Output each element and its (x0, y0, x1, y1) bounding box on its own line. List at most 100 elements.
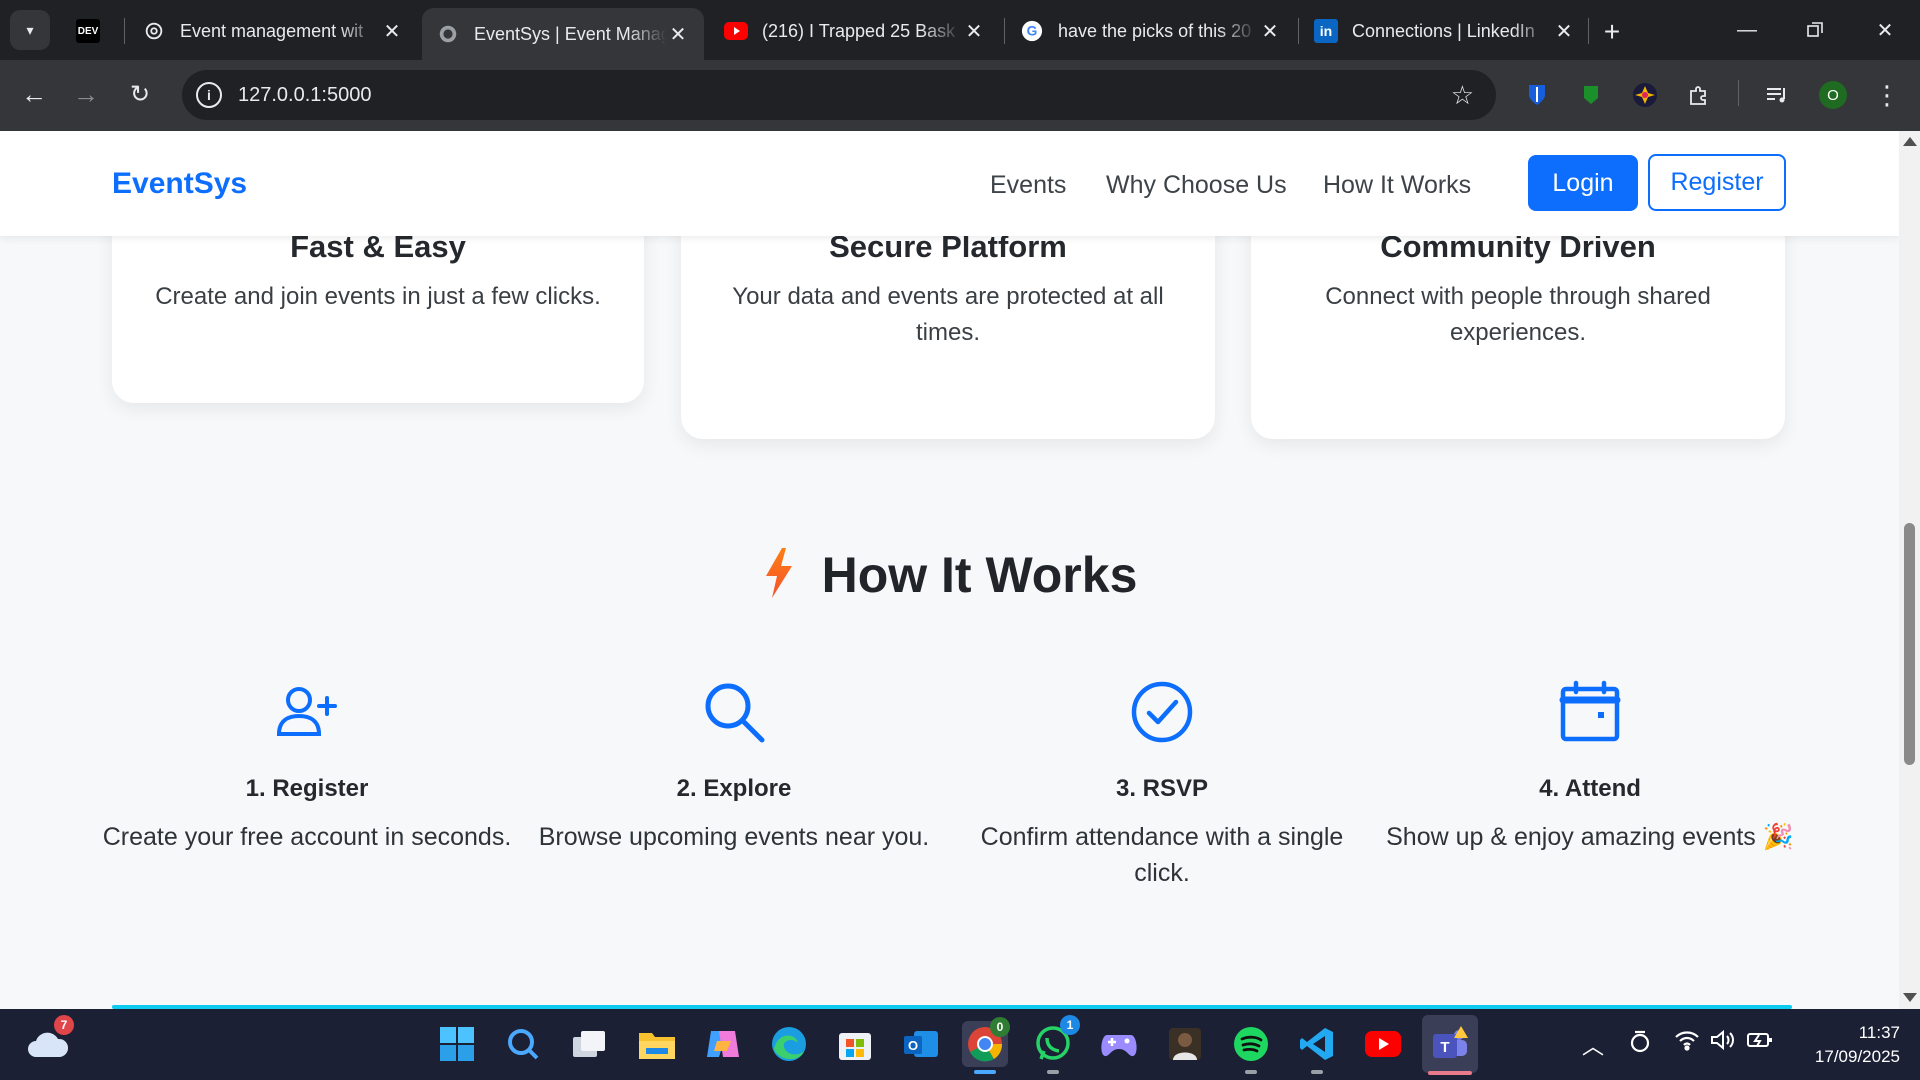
tab-search-button[interactable]: ▾ (10, 10, 50, 50)
bitwarden-extension-icon[interactable] (1520, 78, 1554, 112)
step-title: 2. Explore (676, 775, 792, 802)
address-url[interactable]: 127.0.0.1:5000 (238, 84, 371, 107)
wifi-icon[interactable] (1674, 1029, 1700, 1057)
tab-separator (1004, 18, 1005, 44)
browser-tab-strip: ▾ DEV Event management wit ✕ EventSys | … (0, 0, 1920, 60)
svg-text:T: T (1440, 1039, 1449, 1056)
teams-icon[interactable]: T (1422, 1015, 1478, 1075)
weather-widget-icon[interactable]: 7 (24, 1015, 74, 1067)
show-hidden-icons-chevron[interactable]: ︿ (1582, 1029, 1604, 1061)
green-extension-icon[interactable] (1574, 78, 1608, 112)
weather-badge: 7 (54, 1015, 74, 1035)
search-icon (524, 671, 944, 753)
nav-link-how-it-works[interactable]: How It Works (1323, 171, 1471, 200)
volume-icon[interactable] (1710, 1029, 1736, 1057)
windows-start-icon[interactable] (434, 1021, 480, 1067)
register-button[interactable]: Register (1648, 154, 1786, 211)
nav-link-why-choose-us[interactable]: Why Choose Us (1106, 171, 1287, 200)
tab-youtube[interactable]: (216) I Trapped 25 Bask ✕ (710, 8, 1000, 54)
site-brand-logo[interactable]: EventSys (112, 167, 247, 201)
extensions-puzzle-icon[interactable] (1682, 78, 1716, 112)
microsoft-store-icon[interactable] (832, 1021, 878, 1067)
edge-browser-icon[interactable] (766, 1021, 812, 1067)
app-avatar-icon[interactable] (1162, 1021, 1208, 1067)
youtube-icon (724, 19, 748, 43)
game-controller-icon[interactable] (1096, 1021, 1142, 1067)
feature-text: Create and join events in just a few cli… (155, 283, 601, 310)
reload-button[interactable]: ↻ (120, 74, 160, 114)
vscode-icon[interactable] (1294, 1021, 1340, 1074)
media-queue-icon[interactable] (1760, 78, 1794, 112)
scroll-down-arrow[interactable] (1903, 993, 1917, 1002)
step-attend: 4. Attend Show up & enjoy amazing events… (1380, 671, 1800, 855)
toolbar-separator (1738, 80, 1739, 106)
login-button[interactable]: Login (1528, 155, 1638, 211)
minimize-button[interactable]: ― (1724, 8, 1770, 52)
step-text: Show up & enjoy amazing events 🎉 (1386, 823, 1794, 851)
more-menu-icon[interactable]: ⋮ (1870, 78, 1904, 112)
step-text: Create your free account in seconds. (102, 823, 512, 851)
tab-title: Connections | LinkedIn (1352, 20, 1535, 41)
feature-text: Your data and events are protected at al… (732, 283, 1164, 346)
forward-button[interactable]: → (66, 74, 106, 114)
step-explore: 2. Explore Browse upcoming events near y… (524, 671, 944, 855)
lightning-bolt-icon (762, 547, 796, 603)
site-info-icon[interactable]: i (196, 82, 222, 108)
calendar-icon (1380, 671, 1800, 753)
tab-dev[interactable]: DEV (66, 8, 122, 54)
running-indicator (1047, 1070, 1059, 1074)
battery-charging-icon[interactable] (1746, 1029, 1774, 1057)
search-icon[interactable] (500, 1021, 546, 1067)
tab-separator (1298, 18, 1299, 44)
step-register: 1. Register Create your free account in … (97, 671, 517, 855)
linkedin-icon: in (1314, 19, 1338, 43)
close-icon[interactable]: ✕ (1258, 19, 1282, 43)
star-extension-icon[interactable] (1628, 78, 1662, 112)
tab-linkedin[interactable]: in Connections | LinkedIn ✕ (1300, 8, 1590, 54)
nav-link-events[interactable]: Events (990, 171, 1066, 200)
windows-taskbar: 7 O 0 1 T ︿ 11:37 17/09/2025 (0, 1009, 1920, 1080)
close-window-button[interactable]: ✕ (1862, 8, 1908, 52)
tab-google[interactable]: G have the picks of this 20 ✕ (1006, 8, 1296, 54)
youtube-app-icon[interactable] (1360, 1021, 1406, 1067)
system-clock[interactable]: 11:37 17/09/2025 (1790, 1021, 1900, 1069)
outlook-icon[interactable]: O (898, 1021, 944, 1067)
tab-title: EventSys | Event Manag (474, 23, 666, 44)
copilot-icon[interactable] (700, 1021, 746, 1067)
bookmark-star-icon[interactable]: ☆ (1451, 81, 1474, 109)
step-title: 1. Register (245, 775, 369, 802)
scroll-up-arrow[interactable] (1903, 137, 1917, 146)
close-icon[interactable]: ✕ (666, 22, 690, 46)
whatsapp-badge: 1 (1060, 1015, 1080, 1035)
chrome-profile-badge: 0 (990, 1017, 1010, 1037)
page-viewport: EventSys Events Why Choose Us How It Wor… (0, 131, 1920, 1009)
tab-chatgpt[interactable]: Event management wit ✕ (128, 8, 418, 54)
close-icon[interactable]: ✕ (380, 19, 404, 43)
how-it-works-heading: How It Works (0, 546, 1899, 604)
running-indicator (974, 1070, 996, 1074)
chrome-icon[interactable]: 0 (962, 1017, 1010, 1074)
tab-title: Event management wit (180, 20, 364, 41)
tab-eventsys-active[interactable]: EventSys | Event Manag ✕ (422, 8, 704, 60)
onedrive-sync-icon[interactable] (1628, 1029, 1652, 1061)
close-icon[interactable]: ✕ (962, 19, 986, 43)
whatsapp-icon[interactable]: 1 (1030, 1015, 1080, 1074)
address-bar[interactable]: i 127.0.0.1:5000 ☆ (182, 70, 1496, 120)
back-button[interactable]: ← (14, 74, 54, 114)
globe-icon (436, 22, 460, 46)
page-scrollbar[interactable] (1899, 131, 1920, 1009)
svg-text:O: O (908, 1038, 918, 1053)
step-title: 3. RSVP (1115, 775, 1209, 802)
scrollbar-thumb[interactable] (1904, 523, 1915, 765)
profile-avatar[interactable]: O (1819, 81, 1847, 109)
running-indicator (1428, 1071, 1472, 1075)
file-explorer-icon[interactable] (634, 1021, 680, 1067)
step-text: Confirm attendance with a single click. (980, 823, 1344, 887)
restore-button[interactable] (1792, 8, 1838, 52)
google-icon: G (1020, 19, 1044, 43)
tab-separator (1588, 18, 1589, 44)
spotify-icon[interactable] (1228, 1021, 1274, 1074)
new-tab-button[interactable]: + (1594, 14, 1630, 50)
task-view-icon[interactable] (566, 1021, 612, 1067)
close-icon[interactable]: ✕ (1552, 19, 1576, 43)
